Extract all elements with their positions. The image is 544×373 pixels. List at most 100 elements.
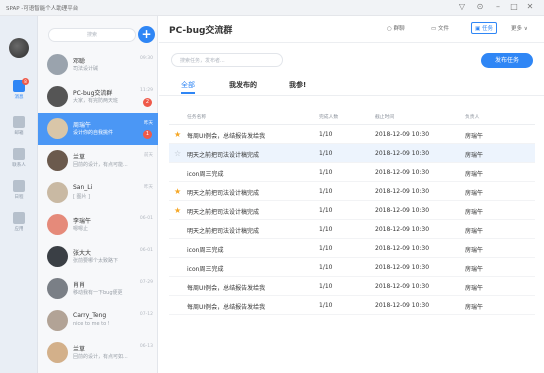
task-owner: 房瑞午 [465,152,484,159]
conversation-item[interactable]: 张大大 张前要哪个太致路下 06-01 [38,241,158,273]
user-avatar[interactable] [9,38,29,58]
rail-item-messages[interactable]: 8 消息 [0,78,38,110]
task-name: 明天之前把司法设计稿完成 [187,228,260,235]
contacts-icon [13,148,25,160]
tab-my-participated[interactable]: 我参! [289,80,306,90]
star-icon[interactable]: ★ [174,130,181,139]
task-count: 1/10 [319,131,333,138]
table-row[interactable]: ☆ 明天之前把司法设计稿完成 1/10 2018-12-09 10:30 房瑞午 [169,144,535,163]
unread-badge: 8 [22,78,29,85]
task-count: 1/10 [319,226,333,233]
column-header: 截止时间 [375,115,395,120]
avatar [47,214,68,235]
rail-item-apps[interactable]: 应用 [0,212,38,242]
toolbar-tasks-button[interactable]: ▣ 任务 [471,22,497,34]
tab-all[interactable]: 全部 [181,80,195,90]
toolbar-label: 文件 [437,26,449,32]
rail-item-calendar[interactable]: 日程 [0,180,38,210]
tab-my-published[interactable]: 我发布的 [229,80,257,90]
conversation-item[interactable]: 邓聪 司法设计碱 09:30 [38,49,158,81]
task-owner: 房瑞午 [465,228,484,235]
conversation-preview: 设计你的自我挑件 [73,130,114,136]
task-owner: 房瑞午 [465,304,484,311]
apps-icon [13,212,25,224]
app-title: SPAP -可语智能个人助理平台 [6,6,79,12]
publish-task-button[interactable]: 发布任务 [481,53,533,68]
toolbar-more-button[interactable]: 更多 ∨ [511,24,528,32]
table-row[interactable]: icon周三完成 1/10 2018-12-09 10:30 房瑞午 [169,239,535,258]
conversation-time: 昨天 [144,185,153,190]
table-row[interactable]: icon周三完成 1/10 2018-12-09 10:30 房瑞午 [169,258,535,277]
conversation-item-active[interactable]: 周瑞午 设计你的自我挑件 昨天 1 [38,113,158,145]
task-name: 每周UI例会，总结报告发给我 [187,133,266,140]
maximize-button[interactable]: □ [508,2,520,11]
conversation-item[interactable]: San_Li [ 图片 ] 昨天 [38,177,158,209]
task-count: 1/10 [319,245,333,252]
table-row[interactable]: 每周UI例会，总结报告发给我 1/10 2018-12-09 10:30 房瑞午 [169,277,535,296]
task-deadline: 2018-12-09 10:30 [375,169,430,176]
settings-icon[interactable]: ⊙ [474,2,486,11]
rail-item-label: 日程 [14,195,24,200]
task-name: icon周三完成 [187,171,224,178]
minimize-button[interactable]: – [492,2,504,11]
avatar [47,150,68,171]
task-deadline: 2018-12-09 10:30 [375,150,430,157]
task-name: 明天之前把司法设计稿完成 [187,152,260,159]
task-name: icon周三完成 [187,247,224,254]
table-row[interactable]: 每周UI例会，总结报告发给我 1/10 2018-12-09 10:30 房瑞午 [169,296,535,315]
star-icon[interactable]: ★ [174,187,181,196]
conversation-preview: 司法设计碱 [73,66,99,72]
conversation-preview: [ 图片 ] [73,194,91,200]
task-owner: 房瑞午 [465,247,484,254]
conversation-name: 邓聪 [73,58,86,65]
search-input[interactable]: 搜索 [48,28,136,42]
add-button[interactable]: + [138,26,155,43]
task-owner: 房瑞午 [465,285,484,292]
conversation-item[interactable]: 兰草 回前的设计，有点可能... 前天 [38,145,158,177]
avatar [47,246,68,267]
table-header: 任务名称 完成人数 截止时间 负责人 [169,109,535,125]
star-outline-icon[interactable]: ☆ [174,149,181,158]
conversation-name: San_Li [73,184,93,191]
task-deadline: 2018-12-09 10:30 [375,283,430,290]
task-count: 1/10 [319,188,333,195]
conversation-name: Carry_Teng [73,312,107,319]
page-title: PC-bug交流群 [169,26,233,36]
filter-icon[interactable]: ▽ [456,2,468,11]
task-deadline: 2018-12-09 10:30 [375,188,430,195]
task-name: 明天之前把司法设计稿完成 [187,209,260,216]
divider [159,42,544,43]
avatar [47,86,68,107]
task-name: 明天之前把司法设计稿完成 [187,190,260,197]
rail-item-contacts[interactable]: 联系人 [0,148,38,178]
table-row[interactable]: ★ 每周UI例会，总结报告发给我 1/10 2018-12-09 10:30 房… [169,125,535,144]
task-count: 1/10 [319,302,333,309]
task-owner: 房瑞午 [465,190,484,197]
rail-item-mail[interactable]: 邮箱 [0,116,38,146]
task-count: 1/10 [319,169,333,176]
star-icon[interactable]: ★ [174,206,181,215]
search-placeholder: 搜索 [86,32,97,38]
task-deadline: 2018-12-09 10:30 [375,245,430,252]
conversation-name: 李瑞午 [73,218,92,225]
conversation-item[interactable]: 兰草 回前的设计，有点可如... 06-13 [38,337,158,369]
conversation-item[interactable]: 肖肖 移动我有一下bug便更 07-29 [38,273,158,305]
task-search-placeholder: 搜索任务，发布者... [180,58,225,64]
task-search-input[interactable]: 搜索任务，发布者... [171,53,283,67]
table-row[interactable]: ★ 明天之前把司法设计稿完成 1/10 2018-12-09 10:30 房瑞午 [169,182,535,201]
toolbar-chat-button[interactable]: ○ 群聊 [387,24,405,32]
rail-item-label: 邮箱 [14,131,24,136]
table-row[interactable]: icon周三完成 1/10 2018-12-09 10:30 房瑞午 [169,163,535,182]
conversation-time: 昨天 [144,121,153,126]
close-button[interactable]: ✕ [524,2,536,11]
conversation-item[interactable]: PC-bug交流群 大家，有完防两天班 11:29 2 [38,81,158,113]
avatar [47,54,68,75]
conversation-item[interactable]: 李瑞午 嗯嗯止 06-01 [38,209,158,241]
conversation-time: 06-01 [139,248,153,253]
toolbar-files-button[interactable]: ▭ 文件 [431,24,449,32]
conversation-item[interactable]: Carry_Teng nice to me to ! 07-12 [38,305,158,337]
table-row[interactable]: 明天之前把司法设计稿完成 1/10 2018-12-09 10:30 房瑞午 [169,220,535,239]
table-row[interactable]: ★ 明天之前把司法设计稿完成 1/10 2018-12-09 10:30 房瑞午 [169,201,535,220]
conversation-name: 张大大 [73,250,92,257]
mail-icon [13,116,25,128]
